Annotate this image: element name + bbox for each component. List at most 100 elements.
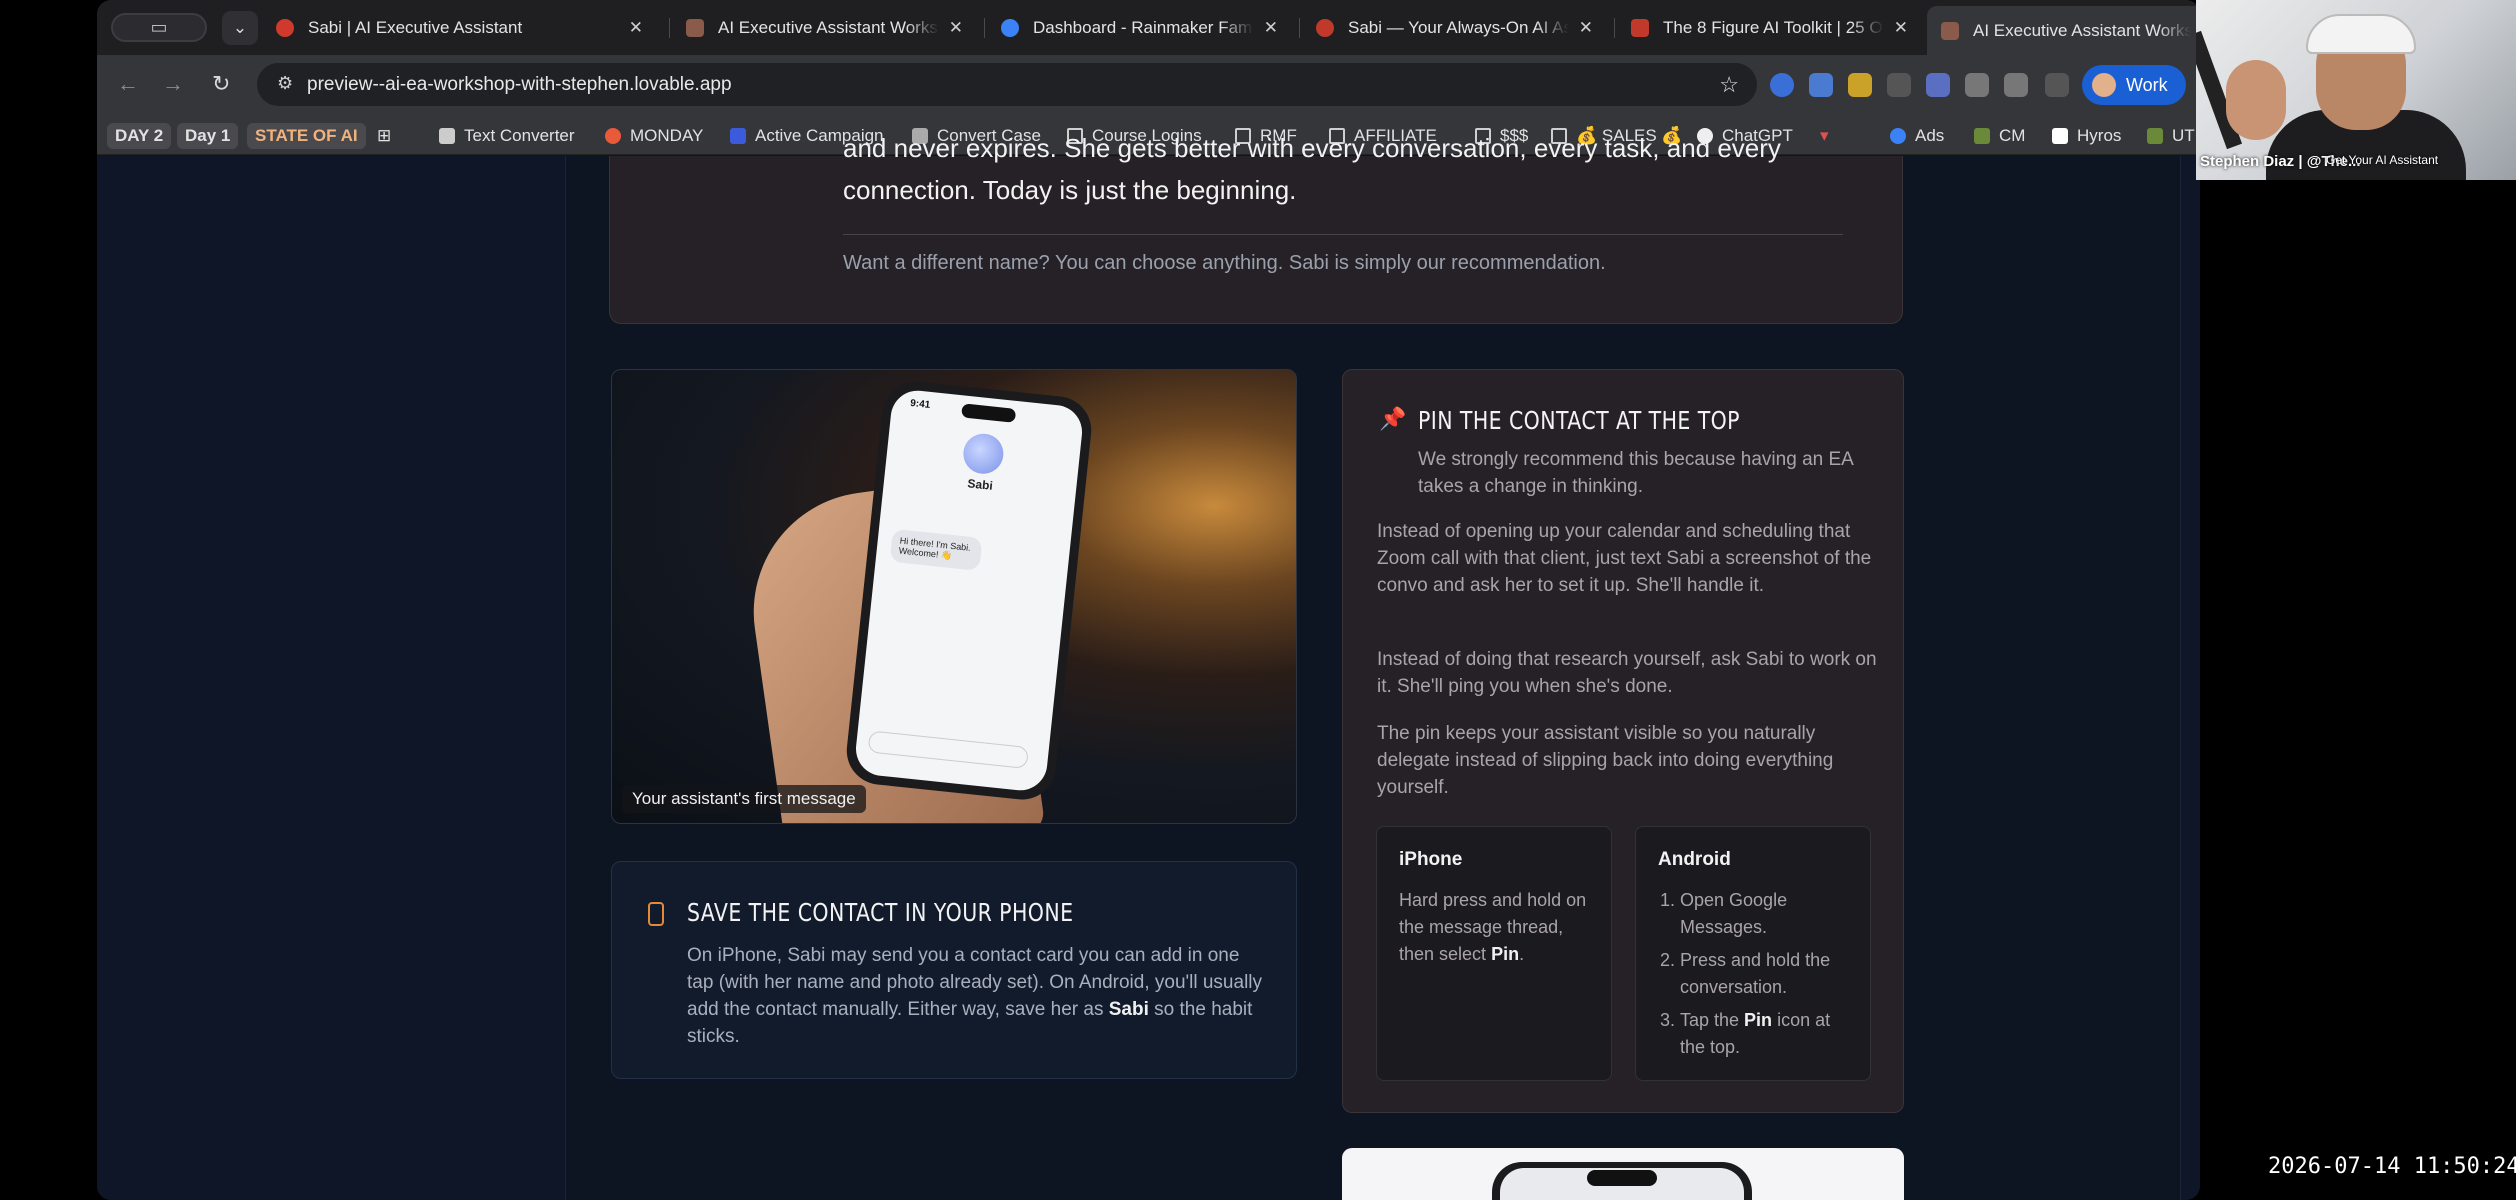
bookmark-ads[interactable]: Ads [1890, 123, 1944, 149]
text-bold: Pin [1491, 944, 1520, 964]
tab-title: Sabi | AI Executive Assistant [308, 17, 523, 37]
site-settings-icon[interactable]: ⚙ [277, 73, 293, 94]
iphone-instructions: iPhone Hard press and hold on the messag… [1376, 826, 1612, 1081]
doc-icon [439, 128, 455, 144]
phone-mockup: 9:41 Sabi Hi there! I'm Sabi. Welcome! 👋 [843, 378, 1095, 803]
divider [843, 234, 1843, 235]
tab-separator [1299, 18, 1300, 38]
tab-title: AI Executive Assistant Workshop [1973, 20, 2191, 40]
first-message-photo: 9:41 Sabi Hi there! I'm Sabi. Welcome! 👋… [611, 369, 1297, 824]
extension-icon[interactable] [1887, 73, 1911, 97]
browser-toolbar: ← → ↻ ⚙ preview--ai-ea-workshop-with-ste… [97, 55, 2200, 115]
web-page: and never expires. She gets better with … [97, 133, 2200, 1200]
tab-favicon [686, 18, 704, 37]
dynamic-island [1587, 1170, 1657, 1186]
address-bar[interactable]: ⚙ preview--ai-ea-workshop-with-stephen.l… [257, 63, 1757, 106]
avatar [2092, 73, 2116, 97]
bookmark-star-icon[interactable]: ☆ [1719, 72, 1739, 98]
pin-icon: 📌 [1379, 406, 1407, 431]
tab-groups-button[interactable]: ▭ [111, 13, 207, 42]
sabi-name-card: and never expires. She gets better with … [609, 133, 1903, 324]
bookmark-label: CM [1999, 126, 2026, 145]
pin-lead: We strongly recommend this because havin… [1418, 449, 1853, 498]
phone-screen: 9:41 Sabi Hi there! I'm Sabi. Welcome! 👋 [853, 388, 1085, 793]
tab-4[interactable]: Sabi — Your Always-On AI Assistant ✕ [1302, 7, 1607, 48]
bookmark-ut[interactable]: UT [2147, 123, 2195, 149]
bookmark-text-converter[interactable]: Text Converter [439, 123, 575, 149]
android-step: Tap the Pin icon at the top. [1680, 1007, 1848, 1061]
bookmark-monday[interactable]: MONDAY [605, 123, 703, 149]
save-contact-card: SAVE THE CONTACT IN YOUR PHONE On iPhone… [611, 861, 1297, 1079]
webcam-caption: Get Your AI Assistant [2326, 153, 2439, 167]
bookmark-day1[interactable]: Day 1 [177, 123, 239, 149]
tab-favicon [1001, 18, 1019, 37]
bookmark-label: Day 1 [185, 126, 231, 145]
extension-icon[interactable] [1965, 73, 1989, 97]
profile-label: Work [2126, 74, 2168, 95]
tab-separator [984, 18, 985, 38]
tab-title: AI Executive Assistant Workshop [718, 17, 939, 37]
tab-2[interactable]: AI Executive Assistant Workshop ✕ [672, 7, 977, 48]
activecampaign-icon [730, 128, 746, 144]
android-step: Press and hold the conversation. [1680, 947, 1848, 1001]
extension-icon[interactable] [1809, 73, 1833, 97]
text: Tap the [1680, 1010, 1745, 1030]
forward-arrow-icon[interactable]: → [162, 71, 184, 97]
tab-5[interactable]: The 8 Figure AI Toolkit | 25 Offers ✕ [1617, 7, 1922, 48]
tab-favicon [1631, 18, 1649, 37]
pin-paragraph-1: Instead of opening up your calendar and … [1377, 521, 1872, 597]
close-icon[interactable]: ✕ [629, 18, 643, 38]
ut-icon [2147, 128, 2163, 144]
close-icon[interactable]: ✕ [949, 18, 963, 38]
save-contact-heading: SAVE THE CONTACT IN YOUR PHONE [687, 898, 1074, 927]
apps-grid-icon[interactable]: ⊞ [377, 123, 391, 149]
bookmark-state-of-ai[interactable]: STATE OF AI [247, 123, 366, 149]
pin-paragraph-3: The pin keeps your assistant visible so … [1377, 723, 1834, 799]
save-contact-body: On iPhone, Sabi may send you a contact c… [687, 942, 1267, 1051]
extension-icon[interactable] [1770, 73, 1794, 97]
tab-separator [1614, 18, 1615, 38]
extension-icon[interactable] [1848, 73, 1872, 97]
profile-button[interactable]: Work [2082, 65, 2186, 105]
bookmark-label: STATE OF AI [255, 126, 358, 145]
url-text: preview--ai-ea-workshop-with-stephen.lov… [307, 74, 732, 95]
bookmark-label: DAY 2 [115, 126, 164, 145]
bookmark-day2[interactable]: DAY 2 [107, 123, 172, 149]
pin-contact-card: 📌 PIN THE CONTACT AT THE TOP We strongly… [1342, 369, 1904, 1113]
monday-icon [605, 128, 621, 144]
meta-icon [1890, 128, 1906, 144]
tab-title: Sabi — Your Always-On AI Assistant [1348, 17, 1569, 37]
tab-search-button[interactable]: ⌄ [222, 11, 258, 45]
close-icon[interactable]: ✕ [1264, 18, 1278, 38]
media-icon[interactable] [2045, 73, 2069, 97]
extension-icon[interactable] [1926, 73, 1950, 97]
browser-window: ▭ ⌄ Sabi | AI Executive Assistant ✕ AI E… [97, 0, 2200, 1200]
puzzle-icon[interactable] [2004, 73, 2028, 97]
tab-title: The 8 Figure AI Toolkit | 25 Offers [1663, 17, 1884, 37]
photo-caption: Your assistant's first message [622, 785, 866, 813]
tab-1[interactable]: Sabi | AI Executive Assistant ✕ [262, 7, 657, 48]
tab-favicon [1316, 18, 1334, 37]
recording-timestamp: 2026-07-14 11:50:24 [2258, 1150, 2516, 1183]
presenter-cap [2306, 14, 2416, 54]
contact-avatar [961, 431, 1006, 476]
tab-favicon [1941, 21, 1959, 40]
presenter-hand [2226, 60, 2286, 140]
chevron-down-icon: ⌄ [232, 18, 248, 37]
pin-contact-heading: PIN THE CONTACT AT THE TOP [1418, 406, 1740, 435]
android-instructions: Android Open Google Messages. Press and … [1635, 826, 1871, 1081]
intro-text: and never expires. She gets better with … [843, 133, 1781, 205]
bookmark-label: Text Converter [464, 126, 575, 145]
tab-title: Dashboard - Rainmaker Family [1033, 17, 1254, 37]
close-icon[interactable]: ✕ [1579, 18, 1593, 38]
reload-icon[interactable]: ↻ [212, 71, 230, 97]
tab-6-active[interactable]: AI Executive Assistant Workshop ✕ [1927, 6, 2200, 55]
close-icon[interactable]: ✕ [1894, 18, 1908, 38]
bookmark-cm[interactable]: CM [1974, 123, 2025, 149]
name-note: Want a different name? You can choose an… [843, 252, 1606, 274]
tab-3[interactable]: Dashboard - Rainmaker Family ✕ [987, 7, 1292, 48]
back-arrow-icon[interactable]: ← [117, 71, 139, 97]
message-bubble: Hi there! I'm Sabi. Welcome! 👋 [889, 528, 983, 571]
bookmark-hyros[interactable]: Hyros [2052, 123, 2121, 149]
dynamic-island [961, 403, 1017, 423]
